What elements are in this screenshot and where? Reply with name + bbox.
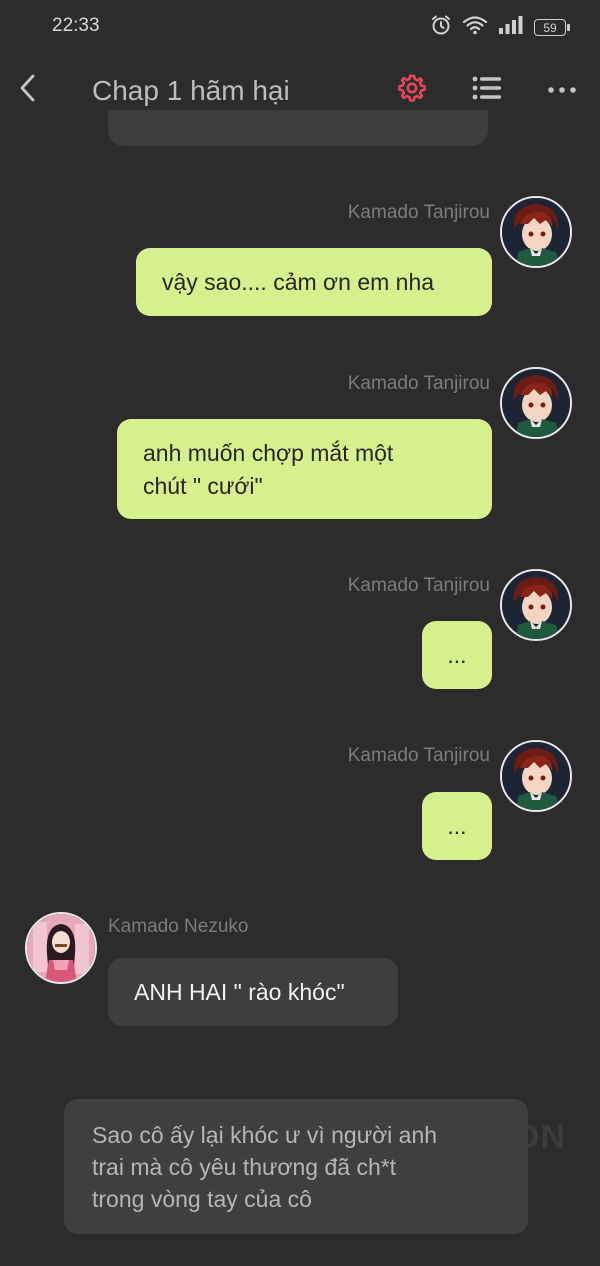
alarm-icon bbox=[430, 14, 452, 41]
avatar-tanjirou[interactable] bbox=[500, 569, 572, 641]
narration-line: trong vòng tay của cô bbox=[92, 1186, 312, 1212]
list-icon bbox=[472, 75, 502, 106]
sender-name: Kamado Tanjirou bbox=[347, 575, 490, 596]
message-bubble[interactable]: anh muốn chợp mắt một chút " cưới" bbox=[117, 419, 492, 519]
status-time: 22:33 bbox=[52, 15, 100, 36]
avatar-nezuko[interactable] bbox=[25, 912, 97, 984]
message-text-line: chút " cưới" bbox=[143, 473, 263, 499]
message-bubble[interactable]: ... bbox=[422, 792, 492, 860]
signal-icon bbox=[498, 15, 524, 40]
chapter-list-button[interactable] bbox=[467, 70, 507, 110]
message-bubble[interactable]: ... bbox=[422, 621, 492, 689]
message-text-line: anh muốn chợp mắt một bbox=[143, 440, 394, 466]
sender-name: Kamado Nezuko bbox=[108, 916, 249, 937]
avatar-tanjirou[interactable] bbox=[500, 196, 572, 268]
avatar-tanjirou[interactable] bbox=[500, 740, 572, 812]
previous-message-bubble bbox=[108, 110, 488, 146]
sender-name: Kamado Tanjirou bbox=[347, 202, 490, 223]
status-icons: 59 bbox=[430, 14, 570, 41]
message-text: ... bbox=[447, 813, 467, 839]
wifi-icon bbox=[462, 15, 488, 40]
message-text: vậy sao.... cảm ơn em nha bbox=[162, 269, 435, 295]
status-bar: 22:33 59 bbox=[0, 0, 600, 54]
chapter-title: Chap 1 hãm hại bbox=[92, 75, 290, 106]
back-arrow-icon bbox=[18, 73, 38, 108]
narration-line: Sao cô ấy lại khóc ư vì người anh bbox=[92, 1122, 438, 1148]
message-text: ... bbox=[447, 642, 467, 668]
message-bubble[interactable]: vậy sao.... cảm ơn em nha bbox=[136, 248, 492, 316]
avatar-tanjirou[interactable] bbox=[500, 367, 572, 439]
more-options-button[interactable] bbox=[542, 70, 582, 110]
message-bubble[interactable]: ANH HAI " rào khóc" bbox=[108, 958, 398, 1026]
battery-icon: 59 bbox=[534, 19, 570, 36]
gear-icon bbox=[397, 73, 427, 108]
sender-name: Kamado Tanjirou bbox=[347, 745, 490, 766]
narration-bubble[interactable]: Sao cô ấy lại khóc ư vì người anh trai m… bbox=[64, 1099, 528, 1234]
narration-line: trai mà cô yêu thương đã ch*t bbox=[92, 1154, 397, 1180]
message-text: ANH HAI " rào khóc" bbox=[134, 979, 345, 1005]
sender-name: Kamado Tanjirou bbox=[347, 373, 490, 394]
settings-button[interactable] bbox=[392, 70, 432, 110]
more-icon bbox=[547, 81, 577, 99]
back-button[interactable] bbox=[12, 70, 44, 110]
